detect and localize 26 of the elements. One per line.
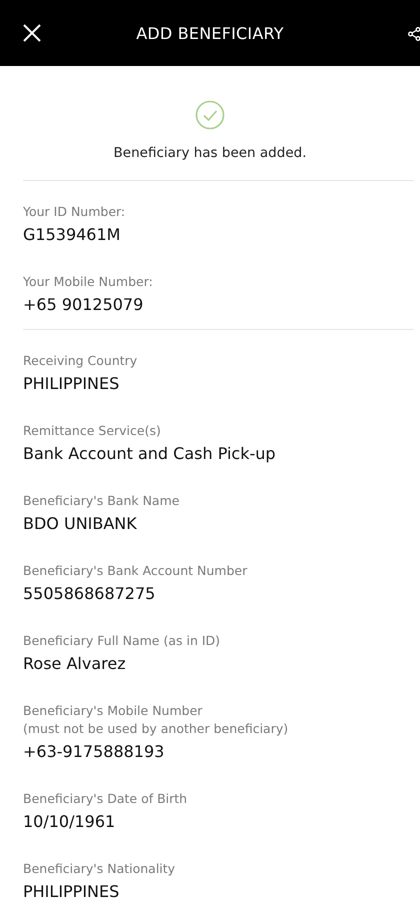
field-value: PHILIPPINES: [23, 373, 120, 395]
field-label: Remittance Service(s): [23, 422, 162, 440]
field-label: Beneficiary's Bank Account Number: [23, 562, 248, 580]
field-value: +65 90125079: [23, 294, 144, 316]
share-icon[interactable]: [408, 27, 420, 41]
success-message: Beneficiary has been added.: [114, 145, 306, 161]
field-label: Your ID Number:: [23, 203, 126, 221]
field-value: +63-9175888193: [23, 741, 166, 763]
field-label: Beneficiary's Mobile Number: [23, 702, 204, 720]
close-icon[interactable]: [22, 23, 42, 43]
field-label: Beneficiary's Date of Birth: [23, 790, 188, 808]
field-label: Beneficiary's Bank Name: [23, 492, 180, 510]
field-label: Your Mobile Number:: [23, 273, 154, 291]
field-value: G1539461M: [23, 224, 122, 246]
field-value: 5505868687275: [23, 583, 156, 605]
field-value: Rose Alvarez: [23, 653, 127, 675]
field-value: Bank Account and Cash Pick-up: [23, 443, 277, 465]
field-value: PHILIPPINES: [23, 881, 120, 903]
success-check-icon: [195, 100, 225, 130]
screen-title: ADD BENEFICIARY: [136, 24, 284, 42]
field-label: Beneficiary's Nationality: [23, 860, 176, 878]
field-value: 10/10/1961: [23, 811, 116, 833]
field-label: Beneficiary Full Name (as in ID): [23, 632, 222, 650]
field-note: (must not be used by another beneficiary): [23, 720, 290, 738]
field-label: Receiving Country: [23, 352, 138, 370]
field-value: BDO UNIBANK: [23, 513, 138, 535]
